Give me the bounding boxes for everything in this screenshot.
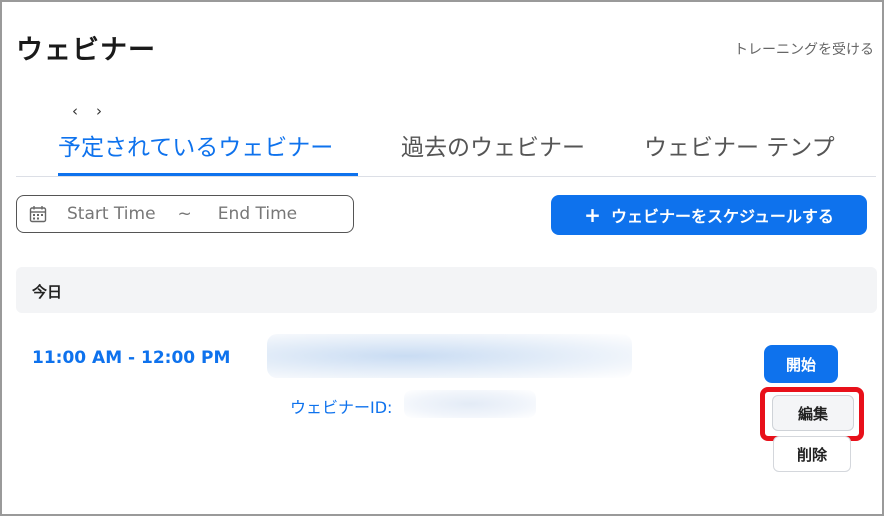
webinar-time-range: 11:00 AM - 12:00 PM [32,348,231,368]
end-time-input[interactable]: End Time [218,204,297,224]
plus-icon: + [584,203,601,227]
tab-webinar-templates[interactable]: ウェビナー テンプレート [644,128,838,162]
active-tab-indicator [58,173,358,176]
tab-strip: 予定されているウェビナー 過去のウェビナー ウェビナー テンプレート [16,122,838,176]
tab-upcoming-webinars[interactable]: 予定されているウェビナー [58,128,333,162]
training-link[interactable]: トレーニングを受ける [734,39,874,59]
start-time-input[interactable]: Start Time [67,204,156,224]
schedule-webinar-label: ウェビナーをスケジュールする [610,207,834,226]
date-group-header: 今日 [16,267,877,313]
page-title: ウェビナー [16,35,156,66]
tab-bar: 予定されているウェビナー 過去のウェビナー ウェビナー テンプレート [16,122,876,177]
webinar-topic-redacted[interactable] [267,334,632,378]
date-group-label: 今日 [32,283,63,301]
calendar-icon [29,206,47,223]
schedule-webinar-button[interactable]: + ウェビナーをスケジュールする [551,195,867,235]
edit-webinar-button[interactable]: 編集 [772,395,854,431]
start-webinar-button[interactable]: 開始 [764,345,838,383]
chevron-left-icon[interactable]: ‹ [72,102,78,120]
webinar-id-label: ウェビナーID: [290,398,393,417]
tab-past-webinars[interactable]: 過去のウェビナー [401,128,585,162]
webinar-panel: ウェビナー トレーニングを受ける ‹ › 予定されているウェビナー 過去のウェビ… [0,0,884,516]
delete-webinar-button[interactable]: 削除 [773,436,851,472]
webinar-id-redacted [404,390,536,418]
tab-scroll-arrows: ‹ › [72,102,102,120]
date-range-picker[interactable]: Start Time ~ End Time [16,195,354,233]
chevron-right-icon[interactable]: › [96,102,102,120]
date-range-separator: ~ [177,204,192,224]
